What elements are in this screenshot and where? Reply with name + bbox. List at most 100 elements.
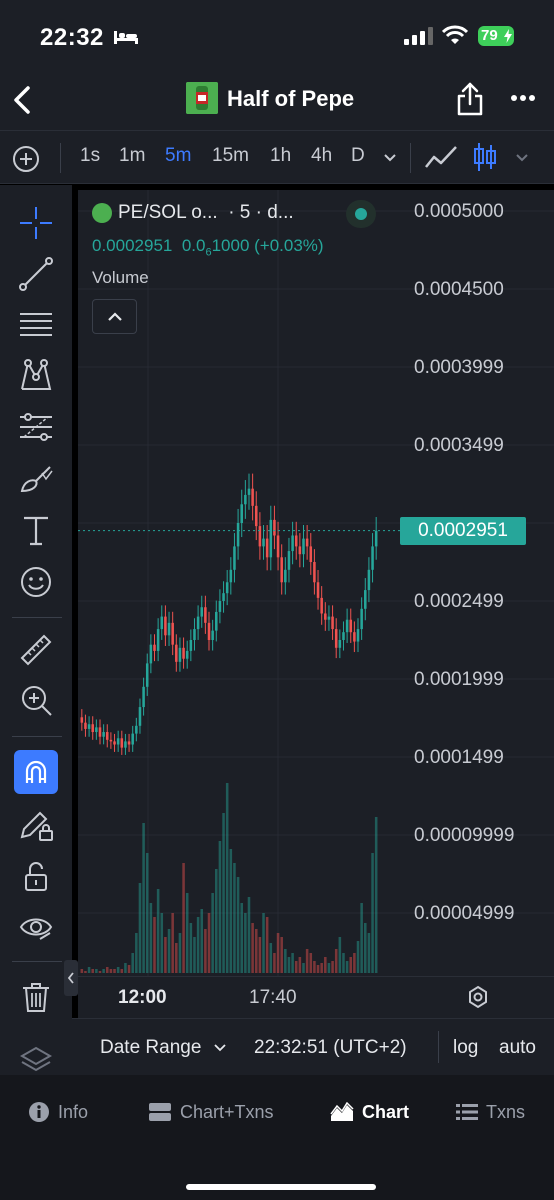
tab-chart-txns[interactable]: Chart+Txns — [148, 1099, 274, 1125]
share-icon[interactable] — [456, 82, 484, 116]
interval-1h[interactable]: 1h — [270, 145, 291, 167]
token-logo — [186, 82, 218, 114]
date-range-label: Date Range — [100, 1037, 202, 1058]
interval-5m[interactable]: 5m — [165, 145, 191, 167]
auto-scale-toggle[interactable]: auto — [499, 1037, 536, 1059]
pattern-icon — [21, 359, 52, 390]
candle-body — [342, 632, 345, 640]
collapse-legend-button[interactable] — [92, 299, 137, 334]
volume-bar — [149, 903, 153, 973]
interval-1s[interactable]: 1s — [80, 145, 100, 167]
volume-bar — [367, 933, 371, 973]
sidebar-collapse-handle[interactable] — [64, 960, 78, 996]
emoji-tool[interactable] — [14, 560, 58, 604]
chart-settings-icon[interactable] — [466, 985, 490, 1009]
interval-dropdown-chevron-icon[interactable] — [383, 153, 397, 163]
volume-bar — [91, 969, 94, 973]
price-axis-tick: 0.00009999 — [414, 825, 515, 846]
tab-info[interactable]: Info — [28, 1099, 88, 1125]
pattern-tool[interactable] — [14, 353, 58, 397]
zoom-in-icon — [22, 686, 52, 716]
candle-body — [207, 622, 211, 640]
candle-body — [302, 538, 305, 555]
more-options-icon[interactable] — [510, 94, 536, 102]
volume-bar — [247, 897, 251, 973]
crosshair-tool[interactable] — [14, 201, 58, 245]
candle-body — [178, 647, 182, 662]
candle-body — [353, 632, 356, 642]
lock-drawings-tool[interactable] — [14, 803, 58, 847]
volume-bar — [233, 863, 236, 973]
volume-bar — [109, 969, 113, 973]
price-chart[interactable] — [78, 190, 554, 976]
tab-chart[interactable]: Chart — [330, 1099, 409, 1125]
candle-body — [309, 546, 313, 562]
line-chart-type-icon[interactable] — [424, 143, 458, 171]
volume-bar — [127, 965, 131, 973]
log-scale-toggle[interactable]: log — [453, 1037, 478, 1059]
interval-15m[interactable]: 15m — [212, 145, 249, 167]
chart-type-dropdown-chevron-icon[interactable] — [515, 153, 529, 163]
back-chevron-icon[interactable] — [10, 84, 34, 116]
volume-bar — [251, 923, 254, 973]
brush-tool[interactable] — [14, 457, 58, 501]
candle-body — [95, 727, 98, 733]
candle-body — [189, 640, 193, 651]
trend-line-icon — [19, 257, 53, 291]
delete-drawings-tool[interactable] — [14, 975, 58, 1019]
price-axis-tick: 0.0001999 — [414, 669, 504, 690]
candle-body — [124, 741, 127, 748]
volume-bar — [356, 941, 360, 973]
date-range-button[interactable]: Date Range — [100, 1037, 227, 1059]
tab-txns[interactable]: Txns — [456, 1099, 525, 1125]
volume-bar — [98, 971, 102, 973]
magnet-tool[interactable] — [14, 750, 58, 794]
candle-body — [262, 538, 265, 547]
horizontal-lines-tool[interactable] — [14, 302, 58, 346]
volume-bar — [124, 963, 127, 973]
page-title: Half of Pepe — [227, 86, 355, 111]
measure-tool[interactable] — [14, 628, 58, 672]
interval-1m[interactable]: 1m — [119, 145, 145, 167]
volume-bar — [269, 943, 273, 973]
interval-4h[interactable]: 4h — [311, 145, 332, 167]
volume-bar — [84, 971, 87, 973]
volume-bar — [338, 937, 342, 973]
price-change: 0.061000 (+0.03%) — [182, 236, 324, 258]
sleep-mode-icon — [114, 31, 138, 44]
volume-bar — [345, 961, 349, 973]
candle-body — [102, 732, 105, 737]
volume-bar — [244, 913, 247, 973]
volume-bar — [218, 841, 222, 973]
volume-legend-label: Volume — [92, 268, 149, 287]
add-indicator-icon[interactable] — [12, 145, 40, 173]
volume-bar — [280, 937, 283, 973]
candle-body — [91, 724, 94, 733]
smiley-icon — [21, 567, 51, 597]
candlestick-chart-type-icon[interactable] — [473, 141, 497, 173]
candle-body — [116, 738, 120, 745]
horizontal-lines-icon — [20, 313, 52, 336]
sidebar-separator — [12, 736, 62, 737]
visibility-tool[interactable] — [14, 905, 58, 949]
text-tool[interactable] — [14, 508, 58, 552]
zoom-tool[interactable] — [14, 678, 58, 722]
magnet-icon — [25, 760, 47, 783]
price-axis-tick: 0.0003499 — [414, 435, 504, 456]
toolbar-separator — [410, 143, 411, 173]
pair-symbol: PE/SOL o... — [118, 202, 218, 223]
fib-retracement-tool[interactable] — [14, 405, 58, 449]
trend-line-tool[interactable] — [14, 252, 58, 296]
candle-body — [240, 504, 243, 523]
candle-body — [305, 538, 309, 547]
chart-area-icon — [330, 1102, 354, 1121]
candlestick-chart-canvas[interactable] — [78, 190, 554, 976]
volume-bar — [265, 917, 269, 973]
volume-bar — [309, 953, 313, 973]
candle-body — [247, 488, 251, 495]
unlock-tool[interactable] — [14, 855, 58, 899]
interval-d[interactable]: D — [351, 145, 365, 167]
volume-bar — [225, 783, 229, 973]
time-axis[interactable]: 12:00 17:40 — [78, 976, 554, 1018]
timezone-clock[interactable]: 22:32:51 (UTC+2) — [254, 1037, 407, 1059]
